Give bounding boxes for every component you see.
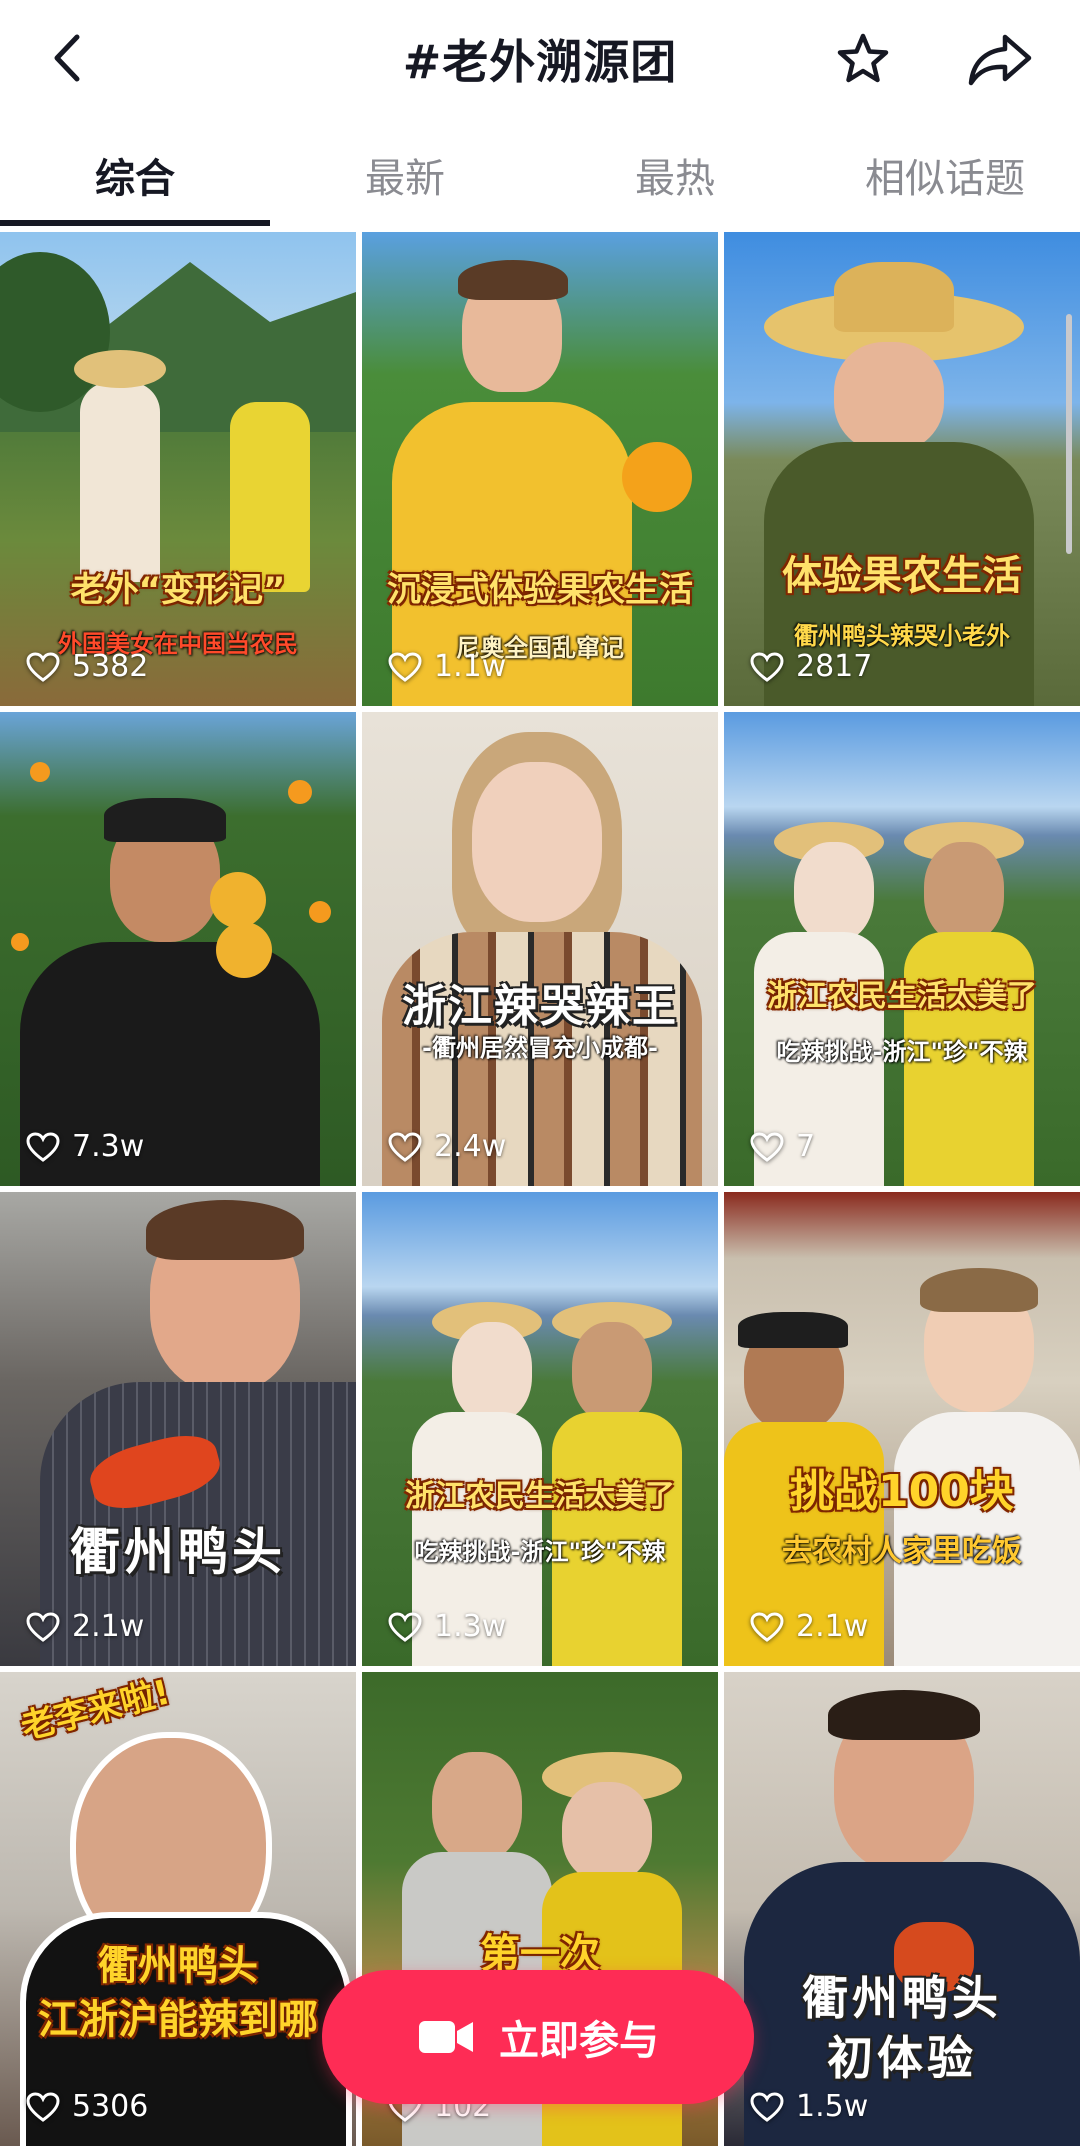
video-card[interactable]: 浙江农民生活太美了 吃辣挑战-浙江"珍"不辣 7 xyxy=(724,712,1080,1186)
heart-icon xyxy=(388,651,422,682)
tab-latest[interactable]: 最新 xyxy=(270,130,540,220)
star-icon xyxy=(837,33,889,83)
video-card[interactable]: 浙江农民生活太美了 吃辣挑战-浙江"珍"不辣 1.3w xyxy=(362,1192,718,1666)
video-caption: 衢州鸭头 xyxy=(98,1943,258,1989)
like-count: 7.3w xyxy=(26,1129,144,1164)
like-count: 7 xyxy=(750,1129,815,1164)
video-card[interactable]: 老李来啦! 衢州鸭头 江浙沪能辣到哪 5306 xyxy=(0,1672,356,2146)
video-thumbnail xyxy=(362,1192,718,1666)
video-card[interactable]: 老外“变形记” 外国美女在中国当农民 5382 xyxy=(0,232,356,706)
video-card[interactable]: 7.3w xyxy=(0,712,356,1186)
like-count: 2.4w xyxy=(388,1129,506,1164)
like-count: 1.3w xyxy=(388,1609,506,1644)
video-caption: 沉浸式体验果农生活 xyxy=(387,570,693,610)
video-card[interactable]: 体验果农生活 衢州鸭头辣哭小老外 2817 xyxy=(724,232,1080,706)
video-caption: 衢州鸭头 xyxy=(70,1522,286,1581)
video-thumbnail xyxy=(724,712,1080,1186)
heart-icon xyxy=(750,2091,784,2122)
video-card[interactable]: 挑战100块 去农村人家里吃饭 2.1w xyxy=(724,1192,1080,1666)
like-count: 5382 xyxy=(26,649,148,684)
favorite-button[interactable] xyxy=(830,26,896,92)
video-subcaption: -衢州居然冒充小成都- xyxy=(422,1034,658,1062)
heart-icon xyxy=(26,651,60,682)
heart-icon xyxy=(750,1611,784,1642)
video-camera-icon xyxy=(419,2021,473,2053)
heart-icon xyxy=(26,1611,60,1642)
tab-comprehensive[interactable]: 综合 xyxy=(0,130,270,220)
video-card[interactable]: 沉浸式体验果农生活 尼奥全国乱窜记 1.1w xyxy=(362,232,718,706)
video-caption: 浙江辣哭辣王 xyxy=(402,981,678,1032)
like-count: 2817 xyxy=(750,649,872,684)
share-arrow-icon xyxy=(968,34,1032,86)
heart-icon xyxy=(26,2091,60,2122)
share-button[interactable] xyxy=(962,26,1038,92)
video-subcaption: 吃辣挑战-浙江"珍"不辣 xyxy=(414,1538,666,1566)
page-title: #老外溯源团 xyxy=(402,35,678,89)
heart-icon xyxy=(388,1611,422,1642)
video-thumbnail xyxy=(0,1192,356,1666)
video-card[interactable]: 衢州鸭头 2.1w xyxy=(0,1192,356,1666)
like-count: 1.1w xyxy=(388,649,506,684)
video-subcaption: 江浙沪能辣到哪 xyxy=(38,1997,318,2043)
video-thumbnail xyxy=(362,712,718,1186)
heart-icon xyxy=(388,1131,422,1162)
top-bar: #老外溯源团 xyxy=(0,0,1080,118)
join-now-button[interactable]: 立即参与 xyxy=(322,1970,754,2104)
video-subcaption: 吃辣挑战-浙江"珍"不辣 xyxy=(776,1038,1028,1066)
video-caption: 浙江农民生活太美了 xyxy=(767,979,1037,1014)
scrollbar[interactable] xyxy=(1066,314,1072,554)
like-count: 2.1w xyxy=(26,1609,144,1644)
video-subcaption: 初体验 xyxy=(827,2031,977,2085)
heart-icon xyxy=(750,651,784,682)
video-caption: 衢州鸭头 xyxy=(802,1971,1002,2025)
heart-icon xyxy=(26,1131,60,1162)
video-subcaption: 去农村人家里吃饭 xyxy=(782,1534,1022,1569)
active-tab-indicator xyxy=(0,220,270,226)
tab-similar-topics[interactable]: 相似话题 xyxy=(810,130,1080,220)
like-count: 5306 xyxy=(26,2089,148,2124)
like-count: 1.5w xyxy=(750,2089,868,2124)
video-subcaption: 衢州鸭头辣哭小老外 xyxy=(794,622,1010,650)
video-thumbnail xyxy=(0,712,356,1186)
video-card[interactable]: 衢州鸭头 初体验 1.5w xyxy=(724,1672,1080,2146)
tab-bar: 综合 最新 最热 相似话题 xyxy=(0,130,1080,230)
join-now-label: 立即参与 xyxy=(499,2018,659,2064)
like-count: 2.1w xyxy=(750,1609,868,1644)
heart-icon xyxy=(750,1131,784,1162)
video-caption: 浙江农民生活太美了 xyxy=(405,1479,675,1514)
video-thumbnail xyxy=(0,1672,356,2146)
video-card[interactable]: 浙江辣哭辣王 -衢州居然冒充小成都- 2.4w xyxy=(362,712,718,1186)
video-caption: 老外“变形记” xyxy=(70,570,286,610)
tab-hottest[interactable]: 最热 xyxy=(540,130,810,220)
video-caption: 挑战100块 xyxy=(790,1466,1014,1517)
video-caption: 体验果农生活 xyxy=(782,553,1022,599)
video-thumbnail xyxy=(724,1192,1080,1666)
